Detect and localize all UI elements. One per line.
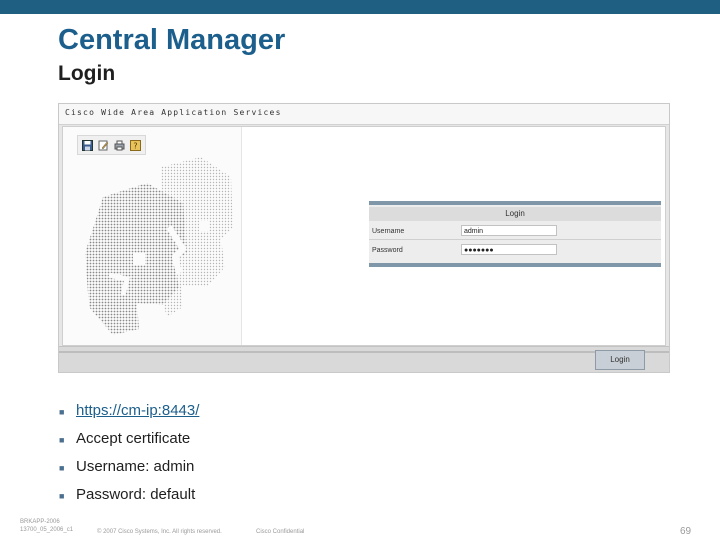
bullet-text: Password: default [76, 486, 196, 503]
edit-icon[interactable] [97, 139, 110, 152]
login-form: Login Username admin Password ●●●●●●● [369, 201, 661, 267]
footer-copyright: © 2007 Cisco Systems, Inc. All rights re… [97, 529, 222, 535]
form-top-bar [369, 201, 661, 205]
bullet-text: Username: admin [76, 458, 195, 475]
username-field[interactable]: admin [461, 225, 557, 236]
bullet-marker-icon: ■ [59, 463, 65, 473]
form-row-divider [369, 239, 661, 240]
footer-code: BRKAPP-2006 13700_05_2006_c1 [20, 518, 73, 534]
toolbar: ? [77, 135, 146, 155]
app-header: Cisco Wide Area Application Services [59, 104, 669, 125]
logo-area: ? [63, 127, 242, 345]
save-icon[interactable] [81, 139, 94, 152]
footer-code-line2: 13700_05_2006_c1 [20, 527, 74, 533]
slide-footer: BRKAPP-2006 13700_05_2006_c1 © 2007 Cisc… [0, 518, 720, 540]
page-number: 69 [680, 526, 692, 537]
login-screenshot: Cisco Wide Area Application Services ? L… [58, 103, 670, 373]
url-link[interactable]: https://cm-ip:8443/ [76, 402, 199, 419]
bullet-marker-icon: ■ [59, 435, 65, 445]
app-content: ? Login Username admin Password ●●●●●●● [62, 126, 666, 346]
bullet-list: ■ https://cm-ip:8443/ ■ Accept certificate… [58, 402, 199, 514]
bullet-username: ■ Username: admin [58, 458, 199, 486]
footer-stripe [59, 351, 669, 353]
bullet-password: ■ Password: default [58, 486, 199, 514]
bullet-marker-icon: ■ [59, 491, 65, 501]
footer-confidential: Cisco Confidential [256, 529, 305, 535]
login-button[interactable]: Login [595, 350, 645, 370]
page-title: Central Manager [58, 24, 286, 56]
bullet-certificate: ■ Accept certificate [58, 430, 199, 458]
cisco-faces-logo [85, 157, 233, 335]
form-bottom-bar [369, 263, 661, 267]
password-label: Password [372, 247, 403, 254]
bullet-marker-icon: ■ [59, 407, 65, 417]
password-field[interactable]: ●●●●●●● [461, 244, 557, 255]
app-title: Cisco Wide Area Application Services [65, 108, 282, 117]
login-form-header: Login [369, 207, 661, 221]
help-icon[interactable]: ? [129, 139, 142, 152]
page-subtitle: Login [58, 62, 116, 85]
bullet-text: Accept certificate [76, 430, 191, 447]
top-accent-bar [0, 0, 720, 14]
bullet-url: ■ https://cm-ip:8443/ [58, 402, 199, 430]
print-icon[interactable] [113, 139, 126, 152]
svg-text:?: ? [133, 141, 137, 150]
footer-code-line1: BRKAPP-2006 [20, 519, 60, 525]
app-footer: Login [59, 346, 669, 372]
username-label: Username [372, 228, 405, 235]
